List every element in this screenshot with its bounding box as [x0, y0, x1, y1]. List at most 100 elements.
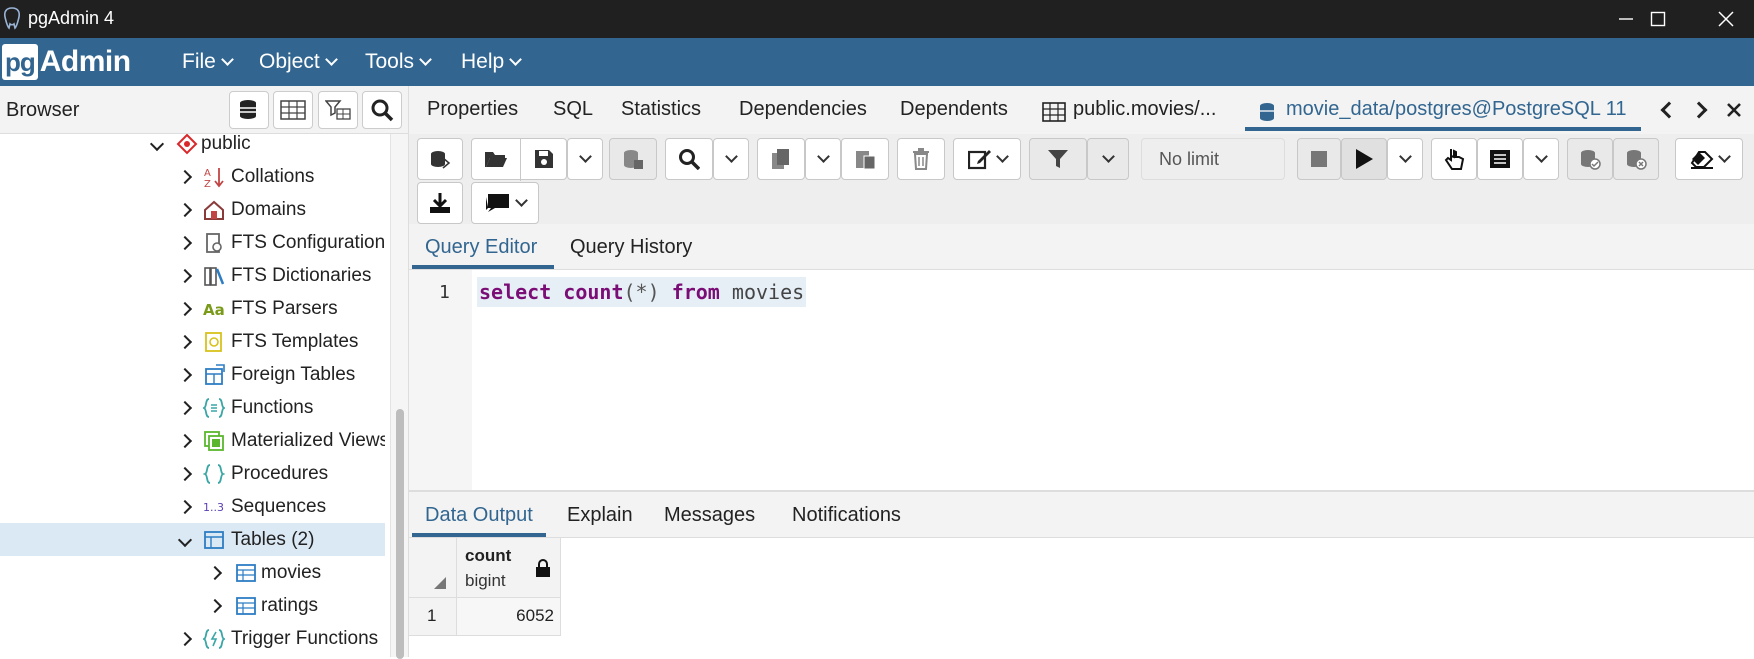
- window-title: pgAdmin 4: [28, 8, 115, 28]
- chevron-down-icon[interactable]: [177, 532, 193, 547]
- tab-view-data-movies[interactable]: public.movies/...: [1073, 98, 1216, 121]
- edit-button[interactable]: [953, 138, 1021, 180]
- tree-item-label: Tables (2): [231, 528, 315, 550]
- active-output-tab-indicator: [412, 533, 546, 537]
- menu-tools[interactable]: Tools: [365, 50, 432, 74]
- find-button[interactable]: [665, 138, 713, 180]
- close-tab-icon[interactable]: [1726, 102, 1742, 118]
- chevron-right-icon[interactable]: [177, 631, 193, 646]
- view-data-button[interactable]: [273, 91, 313, 129]
- select-all-corner[interactable]: [409, 538, 457, 598]
- menu-help[interactable]: Help: [461, 50, 523, 74]
- tab-query-history[interactable]: Query History: [570, 236, 692, 259]
- table-cell[interactable]: 6052: [457, 598, 561, 636]
- chevron-right-icon[interactable]: [177, 367, 193, 382]
- comment-icon: [485, 194, 509, 212]
- chevron-right-icon[interactable]: [177, 499, 193, 514]
- scrollbar-thumb[interactable]: [396, 409, 404, 659]
- tree-item-foreign-tables[interactable]: Foreign Tables: [0, 358, 385, 391]
- execute-dropdown-button[interactable]: [1387, 138, 1423, 180]
- search-objects-button[interactable]: [362, 91, 402, 129]
- find-dropdown-button[interactable]: [713, 138, 749, 180]
- save-dropdown-button[interactable]: [567, 138, 603, 180]
- tab-sql[interactable]: SQL: [553, 98, 593, 121]
- column-header[interactable]: count bigint: [457, 538, 561, 598]
- scroll-tabs-left-icon[interactable]: [1660, 101, 1678, 119]
- menu-object[interactable]: Object: [259, 50, 338, 74]
- tab-notifications[interactable]: Notifications: [792, 504, 901, 527]
- sql-editor[interactable]: select count(*) from movies: [472, 270, 1754, 490]
- explain-analyze-button[interactable]: [1477, 138, 1523, 180]
- tree-item-ratings[interactable]: ratings: [0, 589, 385, 622]
- tree-item-fts-configurations[interactable]: FTS Configurations: [0, 226, 385, 259]
- tree-item-label: Collations: [231, 165, 315, 187]
- tab-messages[interactable]: Messages: [664, 504, 755, 527]
- tree-item-movies[interactable]: movies: [0, 556, 385, 589]
- scroll-tabs-right-icon[interactable]: [1690, 101, 1708, 119]
- chevron-right-icon[interactable]: [177, 202, 193, 217]
- tree-item-fts-dictionaries[interactable]: FTS Dictionaries: [0, 259, 385, 292]
- menu-file[interactable]: File: [182, 50, 234, 74]
- chevron-right-icon[interactable]: [177, 169, 193, 184]
- tree-item-fts-parsers[interactable]: Aa FTS Parsers: [0, 292, 385, 325]
- stop-button[interactable]: [1297, 138, 1341, 180]
- macros-button[interactable]: [471, 182, 539, 224]
- copy-dropdown-button[interactable]: [805, 138, 841, 180]
- schema-icon: [176, 134, 198, 154]
- chevron-down-icon[interactable]: [149, 136, 165, 151]
- tab-query-editor[interactable]: Query Editor: [425, 236, 537, 259]
- row-number[interactable]: 1: [409, 598, 457, 636]
- copy-button[interactable]: [757, 138, 805, 180]
- chevron-right-icon[interactable]: [177, 400, 193, 415]
- query-tool-button[interactable]: [229, 91, 269, 129]
- chevron-right-icon[interactable]: [177, 235, 193, 250]
- tree-item-public[interactable]: public: [0, 134, 385, 160]
- tree-scrollbar[interactable]: [390, 134, 408, 659]
- tree-item-procedures[interactable]: Procedures: [0, 457, 385, 490]
- tree-item-trigger-functions[interactable]: Trigger Functions: [0, 622, 385, 655]
- clear-button[interactable]: [1675, 138, 1743, 180]
- maximize-button[interactable]: [1630, 0, 1686, 38]
- chevron-right-icon[interactable]: [207, 565, 223, 580]
- filtered-rows-button[interactable]: [318, 91, 358, 129]
- open-file-button[interactable]: [472, 139, 520, 179]
- tree-item-fts-templates[interactable]: FTS Templates: [0, 325, 385, 358]
- close-window-button[interactable]: [1698, 0, 1754, 38]
- active-editor-tab-indicator: [412, 265, 554, 269]
- rollback-button[interactable]: [1613, 138, 1659, 180]
- tab-dependencies[interactable]: Dependencies: [739, 98, 867, 121]
- execute-button[interactable]: [1341, 138, 1387, 180]
- tab-query-tool[interactable]: movie_data/postgres@PostgreSQL 11: [1286, 98, 1627, 121]
- tab-dependents[interactable]: Dependents: [900, 98, 1008, 121]
- row-limit-select[interactable]: No limit: [1141, 138, 1285, 180]
- chevron-right-icon[interactable]: [177, 433, 193, 448]
- filter-button[interactable]: [1029, 138, 1087, 180]
- explain-button[interactable]: [1431, 138, 1477, 180]
- explain-dropdown-button[interactable]: [1523, 138, 1559, 180]
- save-results-button[interactable]: [609, 138, 657, 180]
- delete-button[interactable]: [897, 138, 945, 180]
- chevron-right-icon[interactable]: [177, 268, 193, 283]
- chevron-right-icon[interactable]: [177, 466, 193, 481]
- save-file-button[interactable]: [520, 139, 568, 179]
- chevron-right-icon[interactable]: [207, 598, 223, 613]
- tree-item-materialized-views[interactable]: Materialized Views: [0, 424, 385, 457]
- download-csv-button[interactable]: [417, 182, 463, 224]
- tree-item-domains[interactable]: Domains: [0, 193, 385, 226]
- connection-button[interactable]: [417, 138, 463, 180]
- tab-explain[interactable]: Explain: [567, 504, 633, 527]
- tree-item-tables[interactable]: Tables (2): [0, 523, 385, 556]
- tree-item-functions[interactable]: Functions: [0, 391, 385, 424]
- chevron-right-icon[interactable]: [177, 301, 193, 316]
- tab-properties[interactable]: Properties: [427, 98, 518, 121]
- tab-statistics[interactable]: Statistics: [621, 98, 701, 121]
- paste-button[interactable]: [841, 138, 889, 180]
- tree-item-label: FTS Configurations: [231, 231, 385, 253]
- sql-code-line[interactable]: select count(*) from movies: [477, 277, 807, 307]
- commit-button[interactable]: [1567, 138, 1613, 180]
- tab-data-output[interactable]: Data Output: [425, 504, 533, 527]
- filter-dropdown-button[interactable]: [1087, 138, 1129, 180]
- tree-item-collations[interactable]: AZ Collations: [0, 160, 385, 193]
- chevron-right-icon[interactable]: [177, 334, 193, 349]
- tree-item-sequences[interactable]: 1..3 Sequences: [0, 490, 385, 523]
